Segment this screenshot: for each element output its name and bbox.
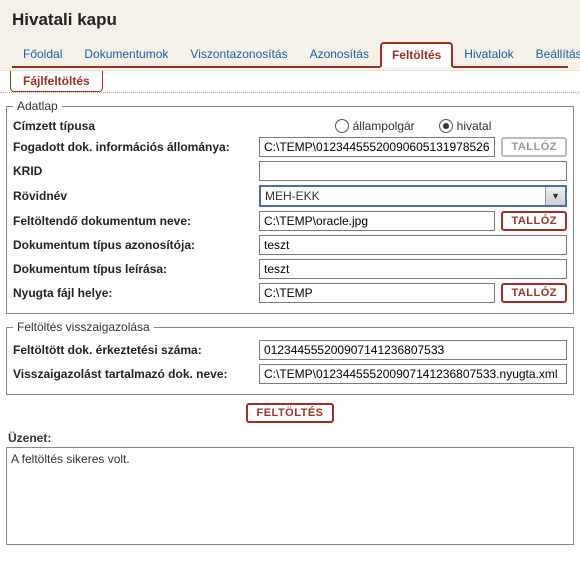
fieldset-vissza: Feltöltés visszaigazolása Feltöltött dok… xyxy=(6,320,574,395)
browse-button-feltoltendo[interactable]: TALLÓZ xyxy=(501,211,567,231)
app-header: Hivatali kapu Főoldal Dokumentumok Viszo… xyxy=(0,0,580,71)
message-box: A feltöltés sikeres volt. xyxy=(6,447,574,545)
upload-button[interactable]: FELTÖLTÉS xyxy=(246,403,333,423)
input-nyugta[interactable] xyxy=(259,283,495,303)
message-label: Üzenet: xyxy=(8,431,574,445)
tab-viszontazonositas[interactable]: Viszontazonosítás xyxy=(179,42,298,66)
content-area: Adatlap Címzett típusa állampolgár hivat… xyxy=(0,93,580,551)
tab-feltoltes[interactable]: Feltöltés xyxy=(380,42,453,68)
label-rovidnev: Rövidnév xyxy=(13,189,253,203)
input-krid[interactable] xyxy=(259,161,567,181)
browse-button-fogadott: TALLÓZ xyxy=(501,137,567,157)
tab-azonositas[interactable]: Azonosítás xyxy=(299,42,380,66)
label-krid: KRID xyxy=(13,164,253,178)
radio-icon xyxy=(335,119,349,133)
main-tabs: Főoldal Dokumentumok Viszontazonosítás A… xyxy=(12,40,568,68)
fieldset-adatlap: Adatlap Címzett típusa állampolgár hivat… xyxy=(6,99,574,314)
radio-dot-icon xyxy=(443,123,449,129)
radio-label: hivatal xyxy=(457,119,492,133)
legend-adatlap: Adatlap xyxy=(13,99,62,113)
radio-allampolgar[interactable]: állampolgár xyxy=(335,119,415,133)
message-text: A feltöltés sikeres volt. xyxy=(11,452,130,466)
tab-hivatalok[interactable]: Hivatalok xyxy=(453,42,524,66)
label-tipusleiras: Dokumentum típus leírása: xyxy=(13,262,253,276)
label-tipusaz: Dokumentum típus azonosítója: xyxy=(13,238,253,252)
input-visszadok[interactable] xyxy=(259,364,567,384)
label-nyugta: Nyugta fájl helye: xyxy=(13,286,253,300)
tab-beallitasok[interactable]: Beállítások xyxy=(525,42,580,66)
tab-dokumentumok[interactable]: Dokumentumok xyxy=(73,42,179,66)
input-tipusleiras[interactable] xyxy=(259,259,567,279)
subtab-fajlfeltoltes[interactable]: Fájlfeltöltés xyxy=(10,71,103,92)
chevron-down-icon[interactable]: ▼ xyxy=(545,187,565,205)
label-feltoltendo: Feltöltendő dokumentum neve: xyxy=(13,214,253,228)
dropdown-rovidnev[interactable]: MEH-EKK ▼ xyxy=(259,185,567,207)
dropdown-text: MEH-EKK xyxy=(261,187,545,205)
label-visszadok: Visszaigazolást tartalmazó dok. neve: xyxy=(13,367,253,381)
app-title: Hivatali kapu xyxy=(12,10,568,30)
radio-label: állampolgár xyxy=(353,119,415,133)
radio-group-cimzett: állampolgár hivatal xyxy=(259,119,567,133)
label-cimzett: Címzett típusa xyxy=(13,119,253,133)
input-erk[interactable] xyxy=(259,340,567,360)
subtab-row: Fájlfeltöltés xyxy=(0,71,580,93)
label-erk: Feltöltött dok. érkeztetési száma: xyxy=(13,343,253,357)
radio-hivatal[interactable]: hivatal xyxy=(439,119,492,133)
label-fogadott: Fogadott dok. információs állománya: xyxy=(13,140,253,154)
action-row: FELTÖLTÉS xyxy=(6,403,574,423)
input-feltoltendo[interactable] xyxy=(259,211,495,231)
tab-fooldal[interactable]: Főoldal xyxy=(12,42,73,66)
input-fogadott[interactable] xyxy=(259,137,495,157)
browse-button-nyugta[interactable]: TALLÓZ xyxy=(501,283,567,303)
legend-vissza: Feltöltés visszaigazolása xyxy=(13,320,154,334)
radio-icon xyxy=(439,119,453,133)
input-tipusaz[interactable] xyxy=(259,235,567,255)
